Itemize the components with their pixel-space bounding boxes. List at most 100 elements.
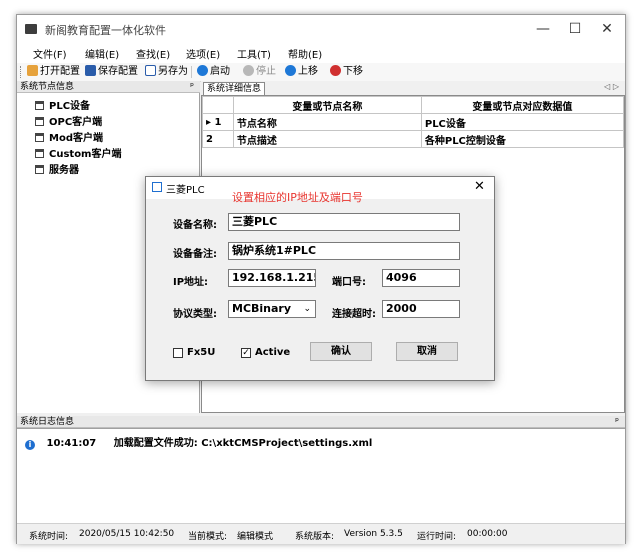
column-header-value[interactable]: 变量或节点对应数据值 — [420, 96, 625, 114]
tree-item-opc[interactable]: OPC客户端 — [35, 113, 102, 128]
chevron-down-icon: ⌄ — [303, 304, 311, 314]
tree-item-label: Custom客户端 — [49, 149, 122, 160]
save-as-button[interactable]: 另存为 — [145, 65, 188, 79]
cell-name[interactable]: 节点描述 — [232, 130, 422, 148]
stop-label: 停止 — [256, 66, 276, 77]
save-as-label: 另存为 — [158, 66, 188, 77]
log-panel: i 10:41:07 加载配置文件成功: C:\xktCMSProject\se… — [17, 428, 625, 524]
cell-value[interactable]: 各种PLC控制设备 — [420, 130, 625, 148]
column-header-name[interactable]: 变量或节点名称 — [232, 96, 422, 114]
status-version-label: 系统版本: — [295, 532, 335, 542]
dialog-app-icon — [152, 182, 162, 192]
move-down-button[interactable]: 下移 — [330, 65, 363, 79]
tree-item-label: Mod客户端 — [49, 133, 103, 144]
open-config-button[interactable]: 打开配置 — [27, 65, 80, 79]
log-panel-header: 系统日志信息 ᵖ — [17, 416, 625, 428]
plc-settings-dialog: 三菱PLC ✕ 设置相应的IP地址及端口号 设备名称: 三菱PLC 设备备注: … — [145, 176, 495, 381]
tree-item-mod[interactable]: Mod客户端 — [35, 129, 103, 144]
device-name-field[interactable]: 三菱PLC — [228, 213, 460, 231]
cell-name[interactable]: 节点名称 — [232, 113, 422, 131]
device-note-label: 设备备注: — [173, 249, 217, 260]
device-name-label: 设备名称: — [173, 220, 217, 231]
maximize-button[interactable]: ☐ — [559, 15, 591, 43]
save-as-icon — [145, 65, 156, 76]
active-checkbox[interactable]: ✓ — [241, 348, 251, 358]
ip-port-annotation: 设置相应的IP地址及端口号 — [232, 191, 363, 204]
pin-icon[interactable]: ᵖ — [190, 81, 194, 93]
toolbar-separator — [191, 66, 192, 78]
port-field[interactable]: 4096 — [382, 269, 460, 287]
menu-tools[interactable]: 工具(T) — [237, 46, 271, 61]
tree-item-custom[interactable]: Custom客户端 — [35, 145, 121, 160]
dialog-close-button[interactable]: ✕ — [474, 179, 485, 194]
timeout-field[interactable]: 2000 — [382, 300, 460, 318]
save-config-button[interactable]: 保存配置 — [85, 65, 138, 79]
pin-icon[interactable]: ᵖ — [615, 416, 619, 428]
cell-value[interactable]: PLC设备 — [420, 113, 625, 131]
menu-bar: 文件(F) 编辑(E) 查找(E) 选项(E) 工具(T) 帮助(E) — [17, 43, 625, 63]
network-node-icon — [35, 101, 44, 110]
protocol-selected-value: MCBinary — [232, 302, 292, 315]
network-node-icon — [35, 117, 44, 126]
tree-item-label: 服务器 — [49, 165, 79, 176]
move-up-button[interactable]: 上移 — [285, 65, 318, 79]
log-entry: i 10:41:07 加载配置文件成功: C:\xktCMSProject\se… — [25, 434, 372, 450]
log-panel-title: 系统日志信息 — [20, 417, 75, 427]
row-index: 1 — [214, 116, 222, 128]
move-up-label: 上移 — [298, 66, 318, 77]
window-title: 新阁教育配置一体化软件 — [45, 24, 166, 37]
stop-button[interactable]: 停止 — [243, 65, 276, 79]
detail-tabstrip: 系统详细信息 ◁ ▷ — [201, 81, 625, 96]
arrow-down-icon — [330, 65, 341, 76]
tree-item-label: OPC客户端 — [49, 117, 103, 128]
folder-icon — [27, 65, 38, 76]
close-button[interactable]: ✕ — [591, 15, 623, 43]
status-runtime-label: 运行时间: — [417, 532, 457, 542]
tree-panel-title: 系统节点信息 — [20, 82, 75, 92]
table-row[interactable]: 2 节点描述 各种PLC控制设备 — [202, 130, 625, 148]
protocol-label: 协议类型: — [173, 309, 217, 320]
app-icon — [25, 24, 37, 34]
active-label: Active — [255, 347, 291, 358]
start-button[interactable]: 启动 — [197, 65, 230, 79]
table-row[interactable]: ▸ 1 节点名称 PLC设备 — [202, 113, 625, 131]
menu-help[interactable]: 帮助(E) — [288, 46, 322, 61]
device-note-field[interactable]: 锅炉系统1#PLC — [228, 242, 460, 260]
network-node-icon — [35, 133, 44, 142]
row-header[interactable]: 2 — [202, 130, 234, 148]
status-runtime-value: 00:00:00 — [467, 529, 508, 539]
tree-item-label: PLC设备 — [49, 101, 91, 112]
tab-nav-arrows[interactable]: ◁ ▷ — [604, 82, 619, 91]
toolbar: 打开配置 保存配置 另存为 启动 停止 上移 下移 — [17, 63, 625, 82]
detail-table: 变量或节点名称 变量或节点对应数据值 ▸ 1 节点名称 PLC设备 2 节点描述… — [202, 96, 625, 148]
tree-item-plc[interactable]: PLC设备 — [35, 97, 90, 112]
fx5u-checkbox[interactable] — [173, 348, 183, 358]
row-header[interactable]: ▸ 1 — [202, 113, 234, 131]
minimize-button[interactable]: — — [527, 15, 559, 43]
confirm-button[interactable]: 确认 — [310, 342, 372, 361]
menu-file[interactable]: 文件(F) — [33, 46, 67, 61]
ip-address-field[interactable]: 192.168.1.215 — [228, 269, 316, 287]
current-row-marker: ▸ — [206, 116, 212, 128]
fx5u-label: Fx5U — [187, 347, 216, 358]
menu-edit[interactable]: 编辑(E) — [85, 46, 119, 61]
row-index: 2 — [206, 133, 213, 145]
status-version-value: Version 5.3.5 — [344, 529, 403, 539]
play-icon — [197, 65, 208, 76]
status-mode-value: 编辑模式 — [237, 532, 274, 542]
menu-options[interactable]: 选项(E) — [186, 46, 220, 61]
dialog-title: 三菱PLC — [166, 185, 205, 196]
cancel-button[interactable]: 取消 — [396, 342, 458, 361]
timeout-label: 连接超时: — [332, 309, 376, 320]
status-bar: 系统时间: 2020/05/15 10:42:50 当前模式: 编辑模式 系统版… — [17, 523, 625, 544]
status-time-label: 系统时间: — [29, 532, 69, 542]
log-message: 加载配置文件成功: C:\xktCMSProject\settings.xml — [113, 438, 373, 449]
log-time: 10:41:07 — [46, 438, 97, 449]
menu-find[interactable]: 查找(E) — [136, 46, 170, 61]
tree-item-server[interactable]: 服务器 — [35, 161, 79, 176]
row-header-corner — [202, 96, 234, 114]
protocol-select[interactable]: MCBinary ⌄ — [228, 300, 316, 318]
port-label: 端口号: — [332, 277, 366, 288]
tab-system-detail[interactable]: 系统详细信息 — [203, 82, 266, 96]
tree-panel-header: 系统节点信息 ᵖ — [17, 81, 200, 93]
